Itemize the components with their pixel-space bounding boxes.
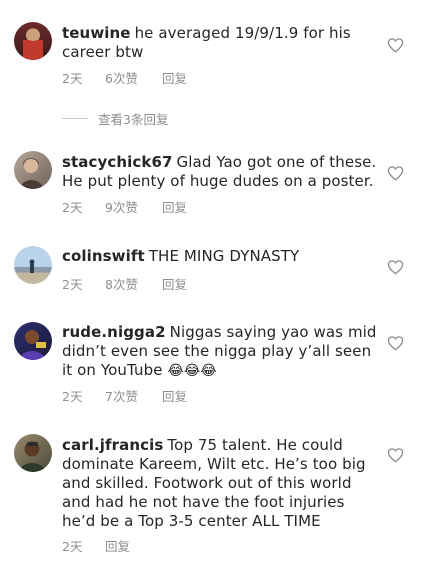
- comment-text: stacychick67 Glad Yao got one of these. H…: [62, 153, 377, 191]
- comment-username[interactable]: stacychick67: [62, 153, 173, 171]
- comment-body: THE MING DYNASTY: [148, 247, 300, 265]
- comment-likes[interactable]: 8次赞: [105, 274, 162, 293]
- comment-time: 2天: [62, 200, 83, 215]
- avatar[interactable]: [14, 22, 52, 60]
- heart-icon[interactable]: [387, 335, 404, 351]
- reply-button[interactable]: 回复: [162, 274, 187, 293]
- comment-username[interactable]: carl.jfrancis: [62, 436, 163, 454]
- reply-button[interactable]: 回复: [162, 386, 187, 405]
- reply-button[interactable]: 回复: [105, 536, 130, 555]
- view-replies-label: 查看3条回复: [98, 112, 169, 127]
- heart-icon[interactable]: [387, 259, 404, 275]
- view-replies-button[interactable]: 查看3条回复: [62, 109, 168, 128]
- avatar[interactable]: [14, 434, 52, 472]
- comment-text: teuwine he averaged 19/9/1.9 for his care…: [62, 24, 377, 62]
- avatar[interactable]: [14, 322, 52, 360]
- comment-meta: 2天 8次赞 回复: [62, 274, 187, 293]
- reply-button[interactable]: 回复: [162, 68, 187, 87]
- comment-username[interactable]: teuwine: [62, 24, 131, 42]
- heart-icon[interactable]: [387, 165, 404, 181]
- comment-time: 2天: [62, 539, 83, 554]
- heart-icon[interactable]: [387, 447, 404, 463]
- laughing-emoji: 😂😂😂: [167, 363, 217, 379]
- comment-meta: 2天 7次赞 回复: [62, 386, 187, 405]
- comment-text: colinswift THE MING DYNASTY: [62, 247, 377, 266]
- comment-username[interactable]: colinswift: [62, 247, 145, 265]
- avatar[interactable]: [14, 151, 52, 189]
- comment-likes[interactable]: 6次赞: [105, 68, 162, 87]
- comment-meta: 2天 回复: [62, 536, 130, 555]
- comment-text: carl.jfrancis Top 75 talent. He could dom…: [62, 436, 377, 531]
- divider-line: [62, 118, 88, 119]
- comment-likes[interactable]: 9次赞: [105, 197, 162, 216]
- comment-username[interactable]: rude.nigga2: [62, 323, 166, 341]
- comment-time: 2天: [62, 71, 83, 86]
- avatar[interactable]: [14, 246, 52, 284]
- comment-text: rude.nigga2 Niggas saying yao was mid did…: [62, 323, 377, 381]
- heart-icon[interactable]: [387, 37, 404, 53]
- comment-likes[interactable]: 7次赞: [105, 386, 162, 405]
- reply-button[interactable]: 回复: [162, 197, 187, 216]
- comment-meta: 2天 6次赞 回复: [62, 68, 187, 87]
- comment-time: 2天: [62, 277, 83, 292]
- comment-meta: 2天 9次赞 回复: [62, 197, 187, 216]
- comment-time: 2天: [62, 389, 83, 404]
